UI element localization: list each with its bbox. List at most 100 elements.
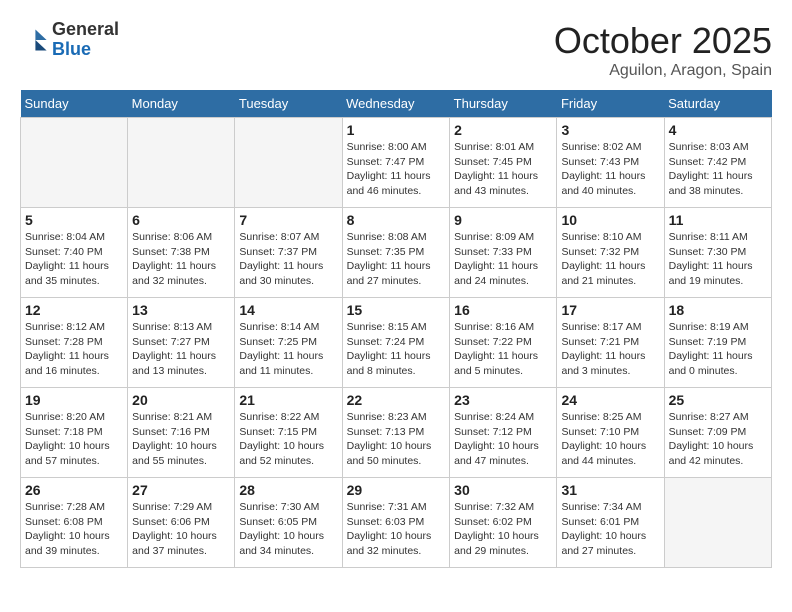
calendar-day-cell: 13 Sunrise: 8:13 AM Sunset: 7:27 PM Dayli… xyxy=(128,298,235,388)
day-number: 4 xyxy=(669,122,767,138)
day-number: 28 xyxy=(239,482,337,498)
day-info: Sunrise: 8:21 AM Sunset: 7:16 PM Dayligh… xyxy=(132,410,230,469)
month-title: October 2025 xyxy=(554,20,772,62)
day-number: 2 xyxy=(454,122,552,138)
calendar-day-cell: 5 Sunrise: 8:04 AM Sunset: 7:40 PM Daylig… xyxy=(21,208,128,298)
calendar-day-cell xyxy=(128,118,235,208)
calendar-day-cell: 17Sunrise: 8:17 AM Sunset: 7:21 PM Dayli… xyxy=(557,298,664,388)
calendar-day-cell: 24 Sunrise: 8:25 AM Sunset: 7:10 PM Dayli… xyxy=(557,388,664,478)
day-info: Sunrise: 8:14 AM Sunset: 7:25 PM Dayligh… xyxy=(239,320,337,379)
day-info: Sunrise: 8:16 AM Sunset: 7:22 PM Dayligh… xyxy=(454,320,552,379)
day-number: 22 xyxy=(347,392,446,408)
calendar-day-cell: 8 Sunrise: 8:08 AM Sunset: 7:35 PM Daylig… xyxy=(342,208,450,298)
day-info: Sunrise: 8:27 AM Sunset: 7:09 PM Dayligh… xyxy=(669,410,767,469)
title-block: October 2025 Aguilon, Aragon, Spain xyxy=(554,20,772,80)
day-number: 17 xyxy=(561,302,659,318)
day-info: Sunrise: 7:29 AM Sunset: 6:06 PM Dayligh… xyxy=(132,500,230,559)
day-number: 6 xyxy=(132,212,230,228)
day-info: Sunrise: 8:04 AM Sunset: 7:40 PM Dayligh… xyxy=(25,230,123,289)
calendar-day-cell: 25 Sunrise: 8:27 AM Sunset: 7:09 PM Dayli… xyxy=(664,388,771,478)
day-number: 13 xyxy=(132,302,230,318)
day-info: Sunrise: 8:03 AM Sunset: 7:42 PM Dayligh… xyxy=(669,140,767,199)
weekday-header: Thursday xyxy=(450,90,557,118)
calendar-day-cell: 26 Sunrise: 7:28 AM Sunset: 6:08 PM Dayli… xyxy=(21,478,128,568)
weekday-header: Wednesday xyxy=(342,90,450,118)
calendar-week-row: 5 Sunrise: 8:04 AM Sunset: 7:40 PM Daylig… xyxy=(21,208,772,298)
calendar-day-cell: 29 Sunrise: 7:31 AM Sunset: 6:03 PM Dayli… xyxy=(342,478,450,568)
day-info: Sunrise: 8:09 AM Sunset: 7:33 PM Dayligh… xyxy=(454,230,552,289)
calendar-day-cell xyxy=(235,118,342,208)
calendar-day-cell: 16Sunrise: 8:16 AM Sunset: 7:22 PM Dayli… xyxy=(450,298,557,388)
day-number: 10 xyxy=(561,212,659,228)
calendar-day-cell xyxy=(21,118,128,208)
calendar-day-cell: 20 Sunrise: 8:21 AM Sunset: 7:16 PM Dayli… xyxy=(128,388,235,478)
day-info: Sunrise: 8:08 AM Sunset: 7:35 PM Dayligh… xyxy=(347,230,446,289)
logo-blue: Blue xyxy=(52,40,119,60)
day-number: 27 xyxy=(132,482,230,498)
day-number: 31 xyxy=(561,482,659,498)
calendar-day-cell: 31Sunrise: 7:34 AM Sunset: 6:01 PM Dayli… xyxy=(557,478,664,568)
logo-text: General Blue xyxy=(52,20,119,60)
day-number: 11 xyxy=(669,212,767,228)
day-number: 15 xyxy=(347,302,446,318)
day-number: 25 xyxy=(669,392,767,408)
calendar-day-cell: 22 Sunrise: 8:23 AM Sunset: 7:13 PM Dayli… xyxy=(342,388,450,478)
day-info: Sunrise: 8:01 AM Sunset: 7:45 PM Dayligh… xyxy=(454,140,552,199)
day-number: 18 xyxy=(669,302,767,318)
calendar-day-cell xyxy=(664,478,771,568)
calendar-week-row: 19 Sunrise: 8:20 AM Sunset: 7:18 PM Dayli… xyxy=(21,388,772,478)
day-info: Sunrise: 8:00 AM Sunset: 7:47 PM Dayligh… xyxy=(347,140,446,199)
day-info: Sunrise: 8:10 AM Sunset: 7:32 PM Dayligh… xyxy=(561,230,659,289)
day-number: 24 xyxy=(561,392,659,408)
calendar-day-cell: 1 Sunrise: 8:00 AM Sunset: 7:47 PM Daylig… xyxy=(342,118,450,208)
calendar-day-cell: 3Sunrise: 8:02 AM Sunset: 7:43 PM Daylig… xyxy=(557,118,664,208)
calendar-day-cell: 15Sunrise: 8:15 AM Sunset: 7:24 PM Dayli… xyxy=(342,298,450,388)
day-number: 7 xyxy=(239,212,337,228)
calendar-day-cell: 4 Sunrise: 8:03 AM Sunset: 7:42 PM Daylig… xyxy=(664,118,771,208)
calendar-day-cell: 18 Sunrise: 8:19 AM Sunset: 7:19 PM Dayli… xyxy=(664,298,771,388)
day-info: Sunrise: 7:31 AM Sunset: 6:03 PM Dayligh… xyxy=(347,500,446,559)
day-number: 26 xyxy=(25,482,123,498)
logo-icon xyxy=(20,26,48,54)
calendar-day-cell: 19 Sunrise: 8:20 AM Sunset: 7:18 PM Dayli… xyxy=(21,388,128,478)
day-info: Sunrise: 8:13 AM Sunset: 7:27 PM Dayligh… xyxy=(132,320,230,379)
calendar-week-row: 12Sunrise: 8:12 AM Sunset: 7:28 PM Dayli… xyxy=(21,298,772,388)
calendar-day-cell: 7Sunrise: 8:07 AM Sunset: 7:37 PM Daylig… xyxy=(235,208,342,298)
logo-general: General xyxy=(52,20,119,40)
day-info: Sunrise: 7:30 AM Sunset: 6:05 PM Dayligh… xyxy=(239,500,337,559)
calendar-week-row: 26 Sunrise: 7:28 AM Sunset: 6:08 PM Dayli… xyxy=(21,478,772,568)
calendar-table: SundayMondayTuesdayWednesdayThursdayFrid… xyxy=(20,90,772,568)
day-number: 19 xyxy=(25,392,123,408)
calendar-day-cell: 12Sunrise: 8:12 AM Sunset: 7:28 PM Dayli… xyxy=(21,298,128,388)
calendar-day-cell: 28 Sunrise: 7:30 AM Sunset: 6:05 PM Dayli… xyxy=(235,478,342,568)
day-number: 29 xyxy=(347,482,446,498)
weekday-header: Friday xyxy=(557,90,664,118)
day-number: 3 xyxy=(561,122,659,138)
day-info: Sunrise: 7:32 AM Sunset: 6:02 PM Dayligh… xyxy=(454,500,552,559)
day-number: 14 xyxy=(239,302,337,318)
weekday-header: Sunday xyxy=(21,90,128,118)
logo: General Blue xyxy=(20,20,119,60)
day-number: 30 xyxy=(454,482,552,498)
day-info: Sunrise: 8:23 AM Sunset: 7:13 PM Dayligh… xyxy=(347,410,446,469)
day-info: Sunrise: 8:06 AM Sunset: 7:38 PM Dayligh… xyxy=(132,230,230,289)
day-number: 8 xyxy=(347,212,446,228)
day-info: Sunrise: 8:22 AM Sunset: 7:15 PM Dayligh… xyxy=(239,410,337,469)
calendar-day-cell: 14 Sunrise: 8:14 AM Sunset: 7:25 PM Dayli… xyxy=(235,298,342,388)
day-info: Sunrise: 8:24 AM Sunset: 7:12 PM Dayligh… xyxy=(454,410,552,469)
day-number: 23 xyxy=(454,392,552,408)
calendar-day-cell: 10 Sunrise: 8:10 AM Sunset: 7:32 PM Dayli… xyxy=(557,208,664,298)
day-info: Sunrise: 8:19 AM Sunset: 7:19 PM Dayligh… xyxy=(669,320,767,379)
weekday-header: Tuesday xyxy=(235,90,342,118)
calendar-day-cell: 23 Sunrise: 8:24 AM Sunset: 7:12 PM Dayli… xyxy=(450,388,557,478)
calendar-week-row: 1 Sunrise: 8:00 AM Sunset: 7:47 PM Daylig… xyxy=(21,118,772,208)
calendar-day-cell: 6 Sunrise: 8:06 AM Sunset: 7:38 PM Daylig… xyxy=(128,208,235,298)
day-number: 5 xyxy=(25,212,123,228)
day-info: Sunrise: 8:25 AM Sunset: 7:10 PM Dayligh… xyxy=(561,410,659,469)
page-header: General Blue October 2025 Aguilon, Arago… xyxy=(20,20,772,80)
day-number: 1 xyxy=(347,122,446,138)
day-info: Sunrise: 7:28 AM Sunset: 6:08 PM Dayligh… xyxy=(25,500,123,559)
day-info: Sunrise: 8:20 AM Sunset: 7:18 PM Dayligh… xyxy=(25,410,123,469)
calendar-day-cell: 2 Sunrise: 8:01 AM Sunset: 7:45 PM Daylig… xyxy=(450,118,557,208)
day-number: 20 xyxy=(132,392,230,408)
